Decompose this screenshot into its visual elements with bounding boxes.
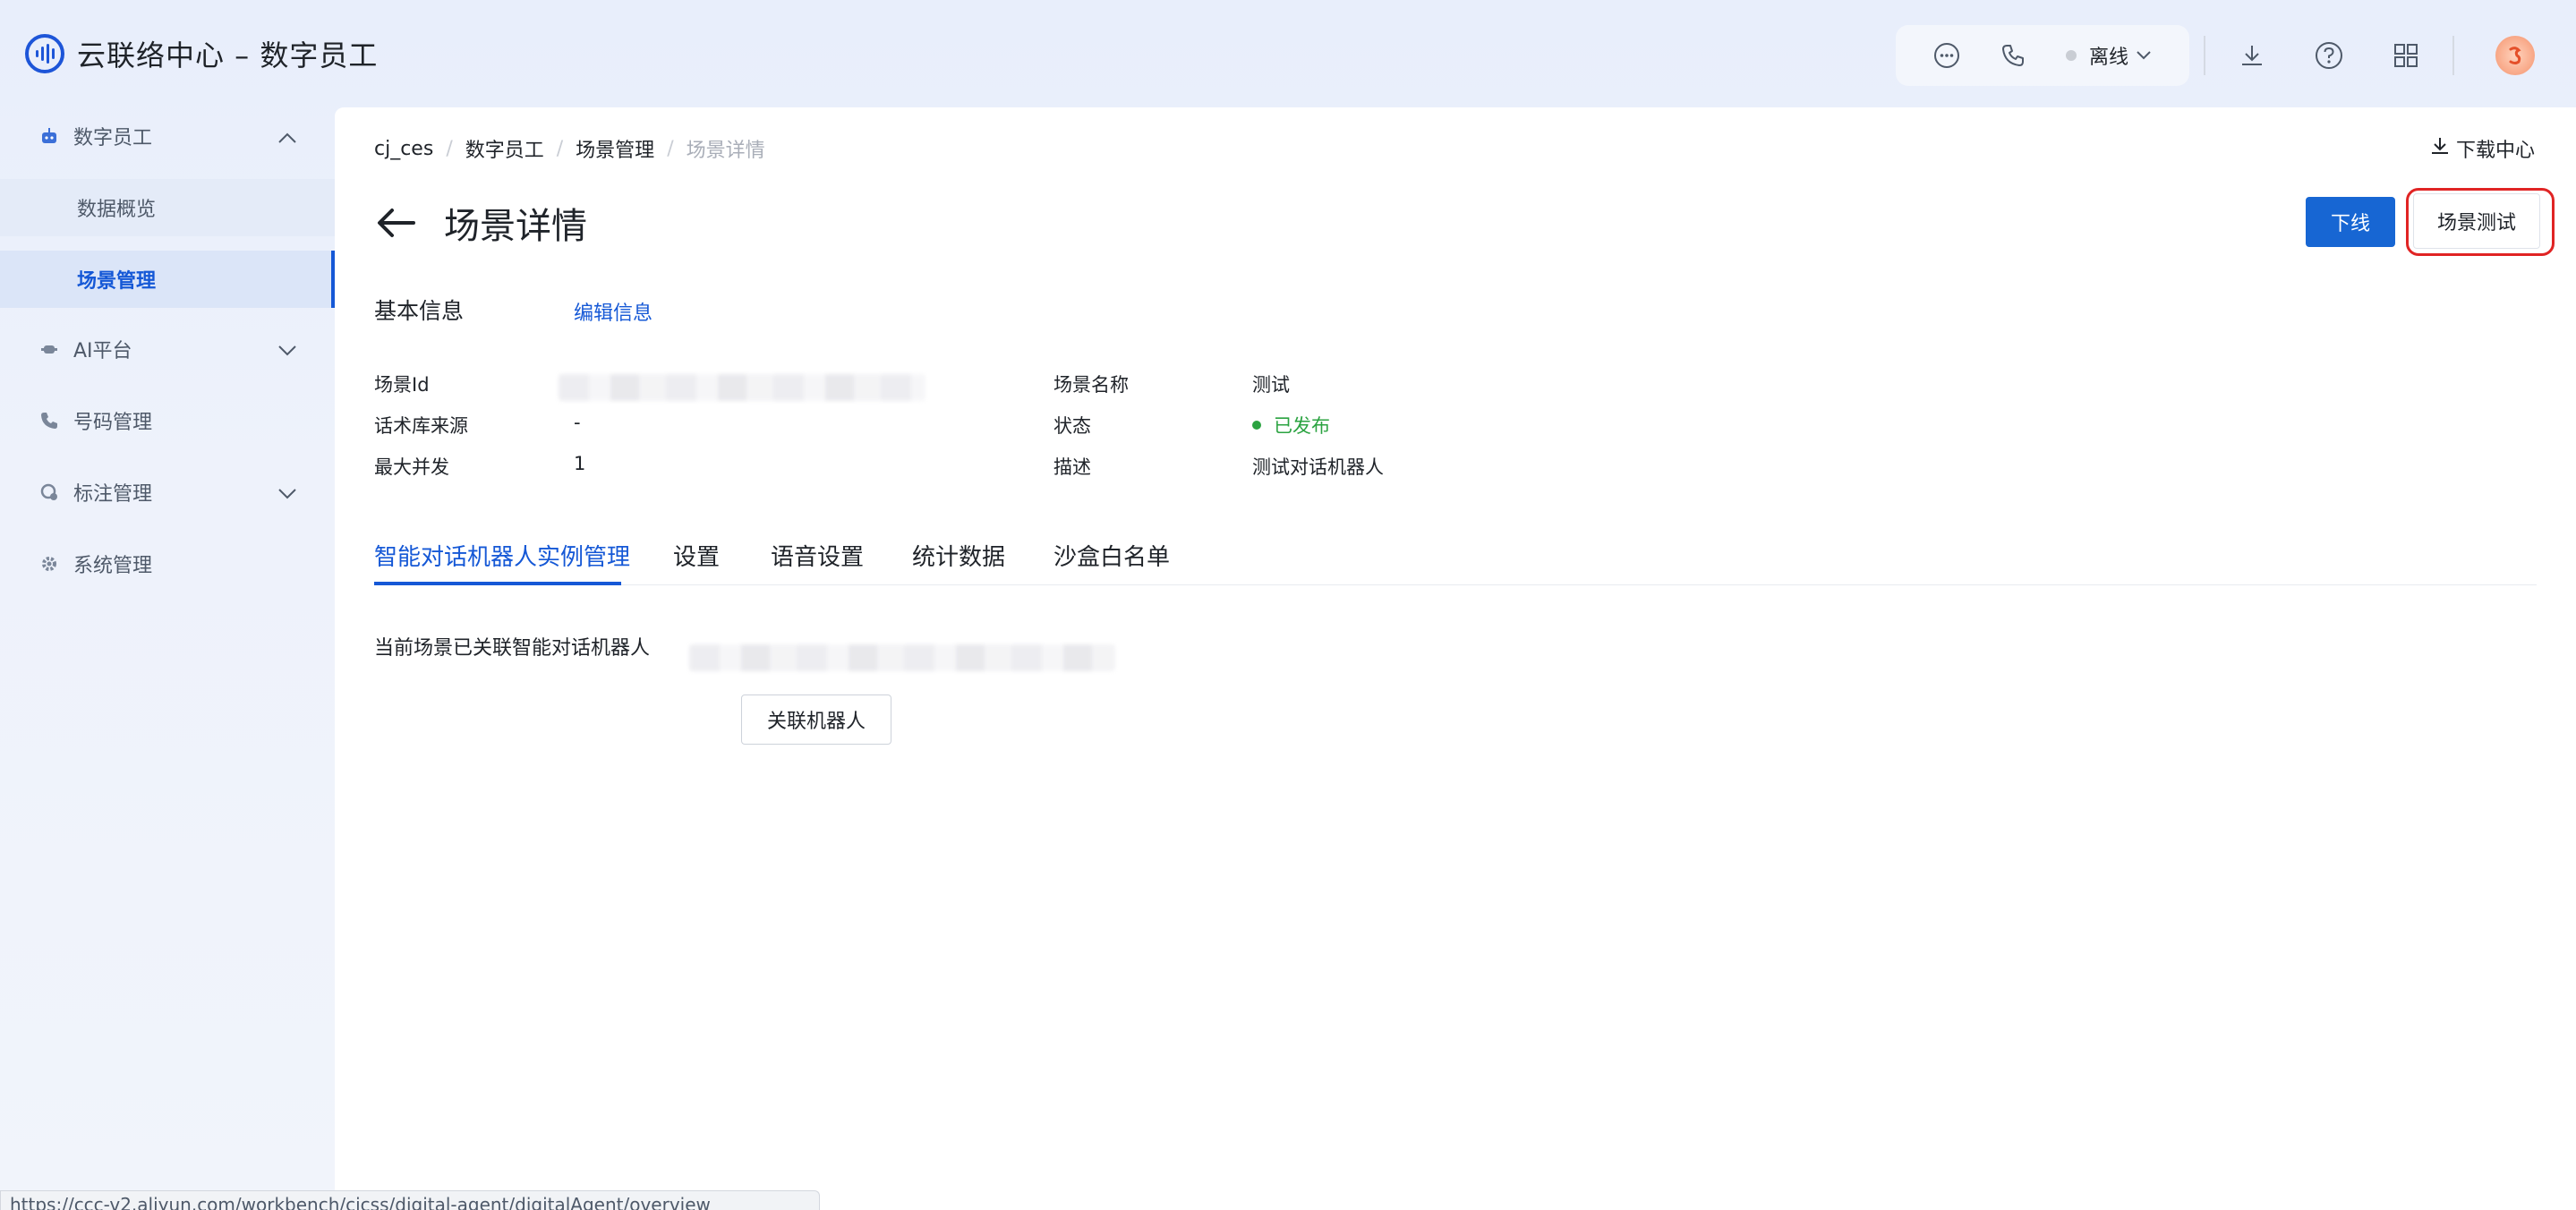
sidebar-item-scene-management[interactable]: 场景管理 <box>0 251 335 308</box>
sidebar-item-label: AI平台 <box>73 340 132 362</box>
chevron-down-icon[interactable] <box>277 340 297 362</box>
offline-button[interactable]: 下线 <box>2306 197 2395 247</box>
sidebar-item-system-management[interactable]: 系统管理 <box>0 535 335 592</box>
tab-bot-instances[interactable]: 智能对话机器人实例管理 <box>374 539 630 572</box>
phone-icon[interactable] <box>1998 40 2028 71</box>
status-bar-url: https://ccc-v2.aliyun.com/workbench/cics… <box>0 1190 820 1210</box>
scene-id-label: 场景Id <box>374 374 430 396</box>
annotation-icon <box>39 482 59 502</box>
tab-statistics[interactable]: 统计数据 <box>912 539 1005 572</box>
top-header: 云联络中心 – 数字员工 离线 <box>0 0 2576 107</box>
scene-name-label: 场景名称 <box>1053 374 1129 396</box>
sidebar-item-label: 数字员工 <box>73 127 153 149</box>
brand-logo-icon <box>25 34 64 73</box>
agent-toolbar: 离线 <box>1896 25 2189 86</box>
breadcrumb-item[interactable]: cj_ces <box>374 138 433 160</box>
source-value: - <box>574 412 581 433</box>
sidebar: 数字员工 数据概览 场景管理 AI平台 号码管理 标注管理 系统管理 <box>0 107 335 1210</box>
apps-grid-icon[interactable] <box>2390 39 2422 72</box>
chevron-up-icon[interactable] <box>277 127 297 149</box>
app-title: 云联络中心 – 数字员工 <box>77 38 379 72</box>
robot-icon <box>39 126 59 146</box>
agent-status[interactable]: 离线 <box>2089 41 2128 70</box>
header-divider <box>2204 36 2205 75</box>
help-icon[interactable] <box>2313 39 2345 72</box>
phone-icon <box>39 411 59 430</box>
ai-platform-icon <box>39 339 59 359</box>
back-arrow-icon[interactable] <box>374 201 417 244</box>
description-label: 描述 <box>1053 456 1091 478</box>
chevron-down-icon[interactable] <box>277 483 297 506</box>
source-label: 话术库来源 <box>374 415 468 437</box>
breadcrumb-current: 场景详情 <box>686 140 765 162</box>
active-tab-indicator <box>374 582 621 585</box>
link-bot-button[interactable]: 关联机器人 <box>741 694 891 745</box>
sidebar-item-label: 数据概览 <box>77 199 157 221</box>
tab-sandbox-whitelist[interactable]: 沙盒白名单 <box>1053 539 1170 572</box>
breadcrumb-item[interactable]: 场景管理 <box>576 134 654 163</box>
sidebar-item-data-overview[interactable]: 数据概览 <box>0 179 335 236</box>
page-title: 场景详情 <box>444 206 587 247</box>
status-badge: 已发布 <box>1252 412 1330 439</box>
basic-info-heading: 基本信息 <box>374 298 465 324</box>
chevron-down-icon[interactable] <box>2136 47 2152 64</box>
scene-id-value-redacted <box>559 374 925 401</box>
tab-settings[interactable]: 设置 <box>673 539 720 572</box>
download-icon[interactable] <box>2236 39 2268 72</box>
sidebar-item-digital-employee[interactable]: 数字员工 <box>0 107 335 165</box>
main-content: cj_ces / 数字员工 / 场景管理 / 场景详情 下载中心 场景详情 下线… <box>335 107 2576 1210</box>
tab-voice-settings[interactable]: 语音设置 <box>771 539 864 572</box>
brand[interactable]: 云联络中心 – 数字员工 <box>25 33 378 74</box>
breadcrumb: cj_ces / 数字员工 / 场景管理 / 场景详情 <box>374 134 765 163</box>
sidebar-item-label: 系统管理 <box>73 555 153 577</box>
status-value: 已发布 <box>1274 415 1330 437</box>
scene-name-value: 测试 <box>1252 374 1290 396</box>
breadcrumb-separator: / <box>556 137 564 160</box>
scene-test-button[interactable]: 场景测试 <box>2413 193 2540 249</box>
sidebar-item-label: 号码管理 <box>73 412 153 434</box>
linked-bot-label: 当前场景已关联智能对话机器人 <box>374 637 651 660</box>
gear-icon <box>39 554 59 574</box>
description-value: 测试对话机器人 <box>1252 456 1384 478</box>
sidebar-item-label: 场景管理 <box>77 270 157 293</box>
avatar[interactable] <box>2495 36 2535 75</box>
detail-tabs: 智能对话机器人实例管理 设置 语音设置 统计数据 沙盒白名单 <box>374 528 2537 585</box>
breadcrumb-item[interactable]: 数字员工 <box>465 134 544 163</box>
download-center-link[interactable]: 下载中心 <box>2429 134 2535 163</box>
sidebar-item-label: 标注管理 <box>73 483 153 506</box>
download-center-label: 下载中心 <box>2455 140 2535 162</box>
download-icon <box>2429 135 2451 162</box>
status-dot <box>2066 50 2077 61</box>
status-label: 状态 <box>1053 415 1091 437</box>
status-dot <box>1252 421 1261 430</box>
header-divider <box>2452 36 2454 75</box>
concurrency-label: 最大并发 <box>374 456 449 478</box>
chat-icon[interactable] <box>1932 40 1962 71</box>
breadcrumb-separator: / <box>667 137 674 160</box>
sidebar-item-ai-platform[interactable]: AI平台 <box>0 320 335 378</box>
page-header: 场景详情 <box>374 197 587 249</box>
concurrency-value: 1 <box>574 453 586 474</box>
sidebar-item-annotation-management[interactable]: 标注管理 <box>0 464 335 521</box>
breadcrumb-separator: / <box>446 137 453 160</box>
sidebar-item-number-management[interactable]: 号码管理 <box>0 392 335 449</box>
edit-info-link[interactable]: 编辑信息 <box>574 297 653 326</box>
linked-bot-value-redacted <box>689 644 1115 671</box>
